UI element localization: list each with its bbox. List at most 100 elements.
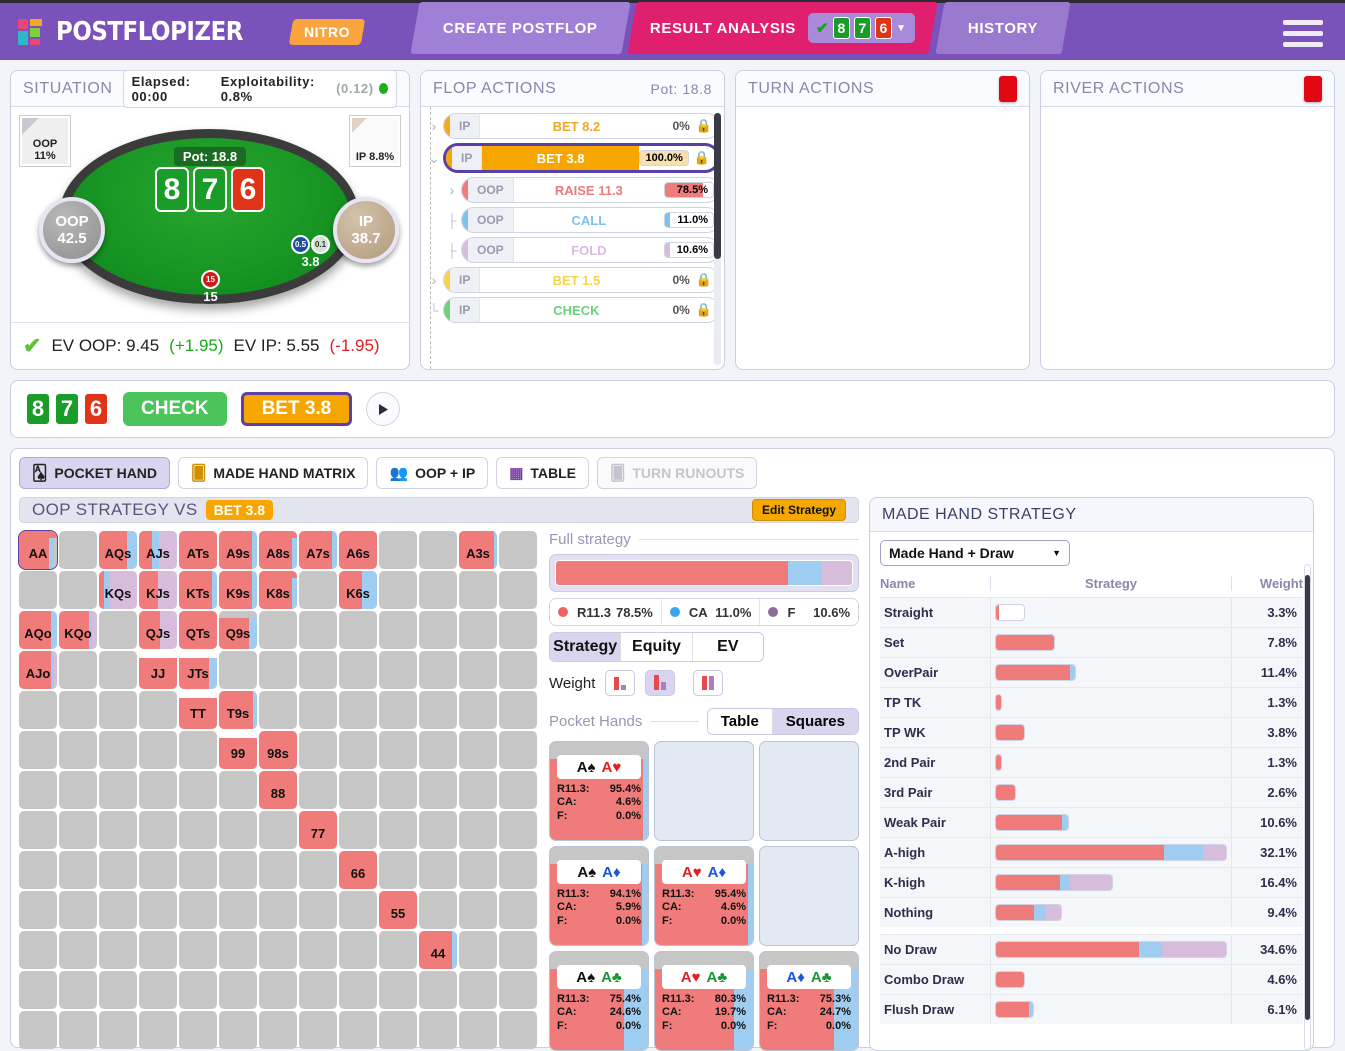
- matrix-cell-empty[interactable]: [379, 1011, 417, 1049]
- matrix-cell-empty[interactable]: [99, 931, 137, 969]
- action-pill[interactable]: IP CHECK 0% 🔒: [443, 297, 720, 323]
- matrix-cell-empty[interactable]: [499, 771, 537, 809]
- table-row[interactable]: A-high 32.1%: [880, 837, 1303, 867]
- matrix-cell-empty[interactable]: [419, 891, 457, 929]
- matrix-cell-empty[interactable]: [179, 931, 217, 969]
- table-row[interactable]: Weak Pair 10.6%: [880, 807, 1303, 837]
- weight-mode-3-button[interactable]: [693, 670, 724, 696]
- matrix-cell-empty[interactable]: [499, 931, 537, 969]
- matrix-cell-88[interactable]: 88: [259, 771, 297, 809]
- tab-pocket-hand[interactable]: 🂡 POCKET HAND: [19, 457, 171, 489]
- matrix-cell-empty[interactable]: [139, 931, 177, 969]
- matrix-cell-empty[interactable]: [499, 731, 537, 769]
- chevron-right-icon[interactable]: ›: [425, 272, 443, 288]
- matrix-cell-KQs[interactable]: KQs: [99, 571, 137, 609]
- matrix-cell-AJs[interactable]: AJs: [139, 531, 177, 569]
- combo-card[interactable]: A♠ A♣ R11.3: 75.4% CA: 24.6% F: 0.0%: [549, 951, 649, 1051]
- matrix-cell-empty[interactable]: [219, 651, 257, 689]
- matrix-cell-empty[interactable]: [259, 851, 297, 889]
- matrix-cell-empty[interactable]: [459, 611, 497, 649]
- matrix-cell-empty[interactable]: [499, 891, 537, 929]
- matrix-cell-empty[interactable]: [259, 891, 297, 929]
- matrix-cell-K9s[interactable]: K9s: [219, 571, 257, 609]
- matrix-cell-AQs[interactable]: AQs: [99, 531, 137, 569]
- matrix-cell-AJo[interactable]: AJo: [19, 651, 57, 689]
- matrix-cell-empty[interactable]: [419, 731, 457, 769]
- matrix-cell-empty[interactable]: [139, 691, 177, 729]
- table-row[interactable]: OverPair 11.4%: [880, 657, 1303, 687]
- matrix-cell-empty[interactable]: [339, 691, 377, 729]
- pocket-view-table[interactable]: Table: [707, 709, 773, 734]
- matrix-cell-empty[interactable]: [19, 771, 57, 809]
- matrix-cell-empty[interactable]: [499, 971, 537, 1009]
- matrix-cell-A7s[interactable]: A7s: [299, 531, 337, 569]
- action-pill[interactable]: OOP FOLD 10.6%: [461, 237, 720, 263]
- matrix-cell-empty[interactable]: [59, 691, 97, 729]
- matrix-cell-TT[interactable]: TT: [179, 691, 217, 729]
- made-hand-selector[interactable]: Made Hand + Draw ▼: [880, 540, 1070, 566]
- matrix-cell-empty[interactable]: [499, 651, 537, 689]
- matrix-cell-AA[interactable]: AA: [18, 530, 58, 570]
- matrix-cell-empty[interactable]: [299, 691, 337, 729]
- nav-create-postflop[interactable]: CREATE POSTFLOP: [409, 1, 630, 54]
- matrix-cell-K8s[interactable]: K8s: [259, 571, 297, 609]
- table-row[interactable]: Nothing 9.4%: [880, 897, 1303, 927]
- tab-turn-runouts[interactable]: 🂠 TURN RUNOUTS: [597, 457, 758, 489]
- matrix-cell-empty[interactable]: [99, 691, 137, 729]
- matrix-cell-empty[interactable]: [379, 731, 417, 769]
- matrix-cell-empty[interactable]: [219, 891, 257, 929]
- matrix-cell-empty[interactable]: [299, 651, 337, 689]
- matrix-cell-99[interactable]: 99: [219, 731, 257, 769]
- matrix-cell-empty[interactable]: [99, 771, 137, 809]
- matrix-cell-empty[interactable]: [219, 851, 257, 889]
- action-pill[interactable]: IP BET 3.8 100.0% 🔒: [443, 143, 720, 173]
- play-icon[interactable]: [366, 392, 401, 426]
- matrix-cell-empty[interactable]: [219, 811, 257, 849]
- matrix-cell-empty[interactable]: [99, 611, 137, 649]
- flop-action-row[interactable]: › IP BET 8.2 0% 🔒: [425, 113, 720, 139]
- view-tab-equity[interactable]: Equity: [621, 633, 693, 661]
- matrix-cell-empty[interactable]: [99, 851, 137, 889]
- combo-card[interactable]: A♠ A♥ R11.3: 95.4% CA: 4.6% F: 0.0%: [549, 741, 649, 841]
- matrix-cell-empty[interactable]: [299, 931, 337, 969]
- check-button[interactable]: CHECK: [123, 392, 227, 426]
- combo-card[interactable]: A♦ A♣ R11.3: 75.3% CA: 24.7% F: 0.0%: [759, 951, 859, 1051]
- matrix-cell-JTs[interactable]: JTs: [179, 651, 217, 689]
- tab-made-hand-matrix[interactable]: 🂠 MADE HAND MATRIX: [178, 457, 369, 489]
- matrix-cell-empty[interactable]: [299, 571, 337, 609]
- matrix-cell-empty[interactable]: [379, 571, 417, 609]
- matrix-cell-empty[interactable]: [99, 651, 137, 689]
- matrix-cell-empty[interactable]: [59, 731, 97, 769]
- matrix-cell-empty[interactable]: [179, 731, 217, 769]
- matrix-cell-empty[interactable]: [419, 531, 457, 569]
- matrix-cell-empty[interactable]: [419, 1011, 457, 1049]
- matrix-cell-empty[interactable]: [19, 851, 57, 889]
- matrix-cell-empty[interactable]: [59, 811, 97, 849]
- matrix-cell-empty[interactable]: [259, 651, 297, 689]
- matrix-cell-empty[interactable]: [379, 971, 417, 1009]
- matrix-cell-empty[interactable]: [459, 811, 497, 849]
- action-pill[interactable]: OOP CALL 11.0%: [461, 207, 720, 233]
- pocket-view-squares[interactable]: Squares: [772, 709, 858, 734]
- legend-item-fold[interactable]: F 10.6%: [760, 599, 858, 625]
- matrix-cell-empty[interactable]: [19, 931, 57, 969]
- matrix-cell-empty[interactable]: [59, 531, 97, 569]
- flop-action-row[interactable]: ├ OOP CALL 11.0%: [443, 207, 720, 233]
- matrix-cell-empty[interactable]: [419, 651, 457, 689]
- ip-range-thumbnail[interactable]: IP 8.8%: [349, 115, 401, 167]
- matrix-cell-empty[interactable]: [59, 931, 97, 969]
- oop-range-thumbnail[interactable]: OOP 11%: [19, 115, 71, 167]
- table-row[interactable]: Straight 3.3%: [880, 597, 1303, 627]
- matrix-cell-empty[interactable]: [99, 971, 137, 1009]
- matrix-cell-77[interactable]: 77: [299, 811, 337, 849]
- made-hand-scrollbar[interactable]: [1304, 564, 1311, 1050]
- matrix-cell-KQo[interactable]: KQo: [59, 611, 97, 649]
- matrix-cell-empty[interactable]: [459, 971, 497, 1009]
- table-row[interactable]: 3rd Pair 2.6%: [880, 777, 1303, 807]
- matrix-cell-empty[interactable]: [459, 771, 497, 809]
- matrix-cell-KTs[interactable]: KTs: [179, 571, 217, 609]
- matrix-cell-empty[interactable]: [419, 611, 457, 649]
- view-tab-ev[interactable]: EV: [692, 633, 763, 661]
- matrix-cell-empty[interactable]: [379, 691, 417, 729]
- brand-logo[interactable]: POSTFLOPIZER NITRO: [0, 17, 365, 47]
